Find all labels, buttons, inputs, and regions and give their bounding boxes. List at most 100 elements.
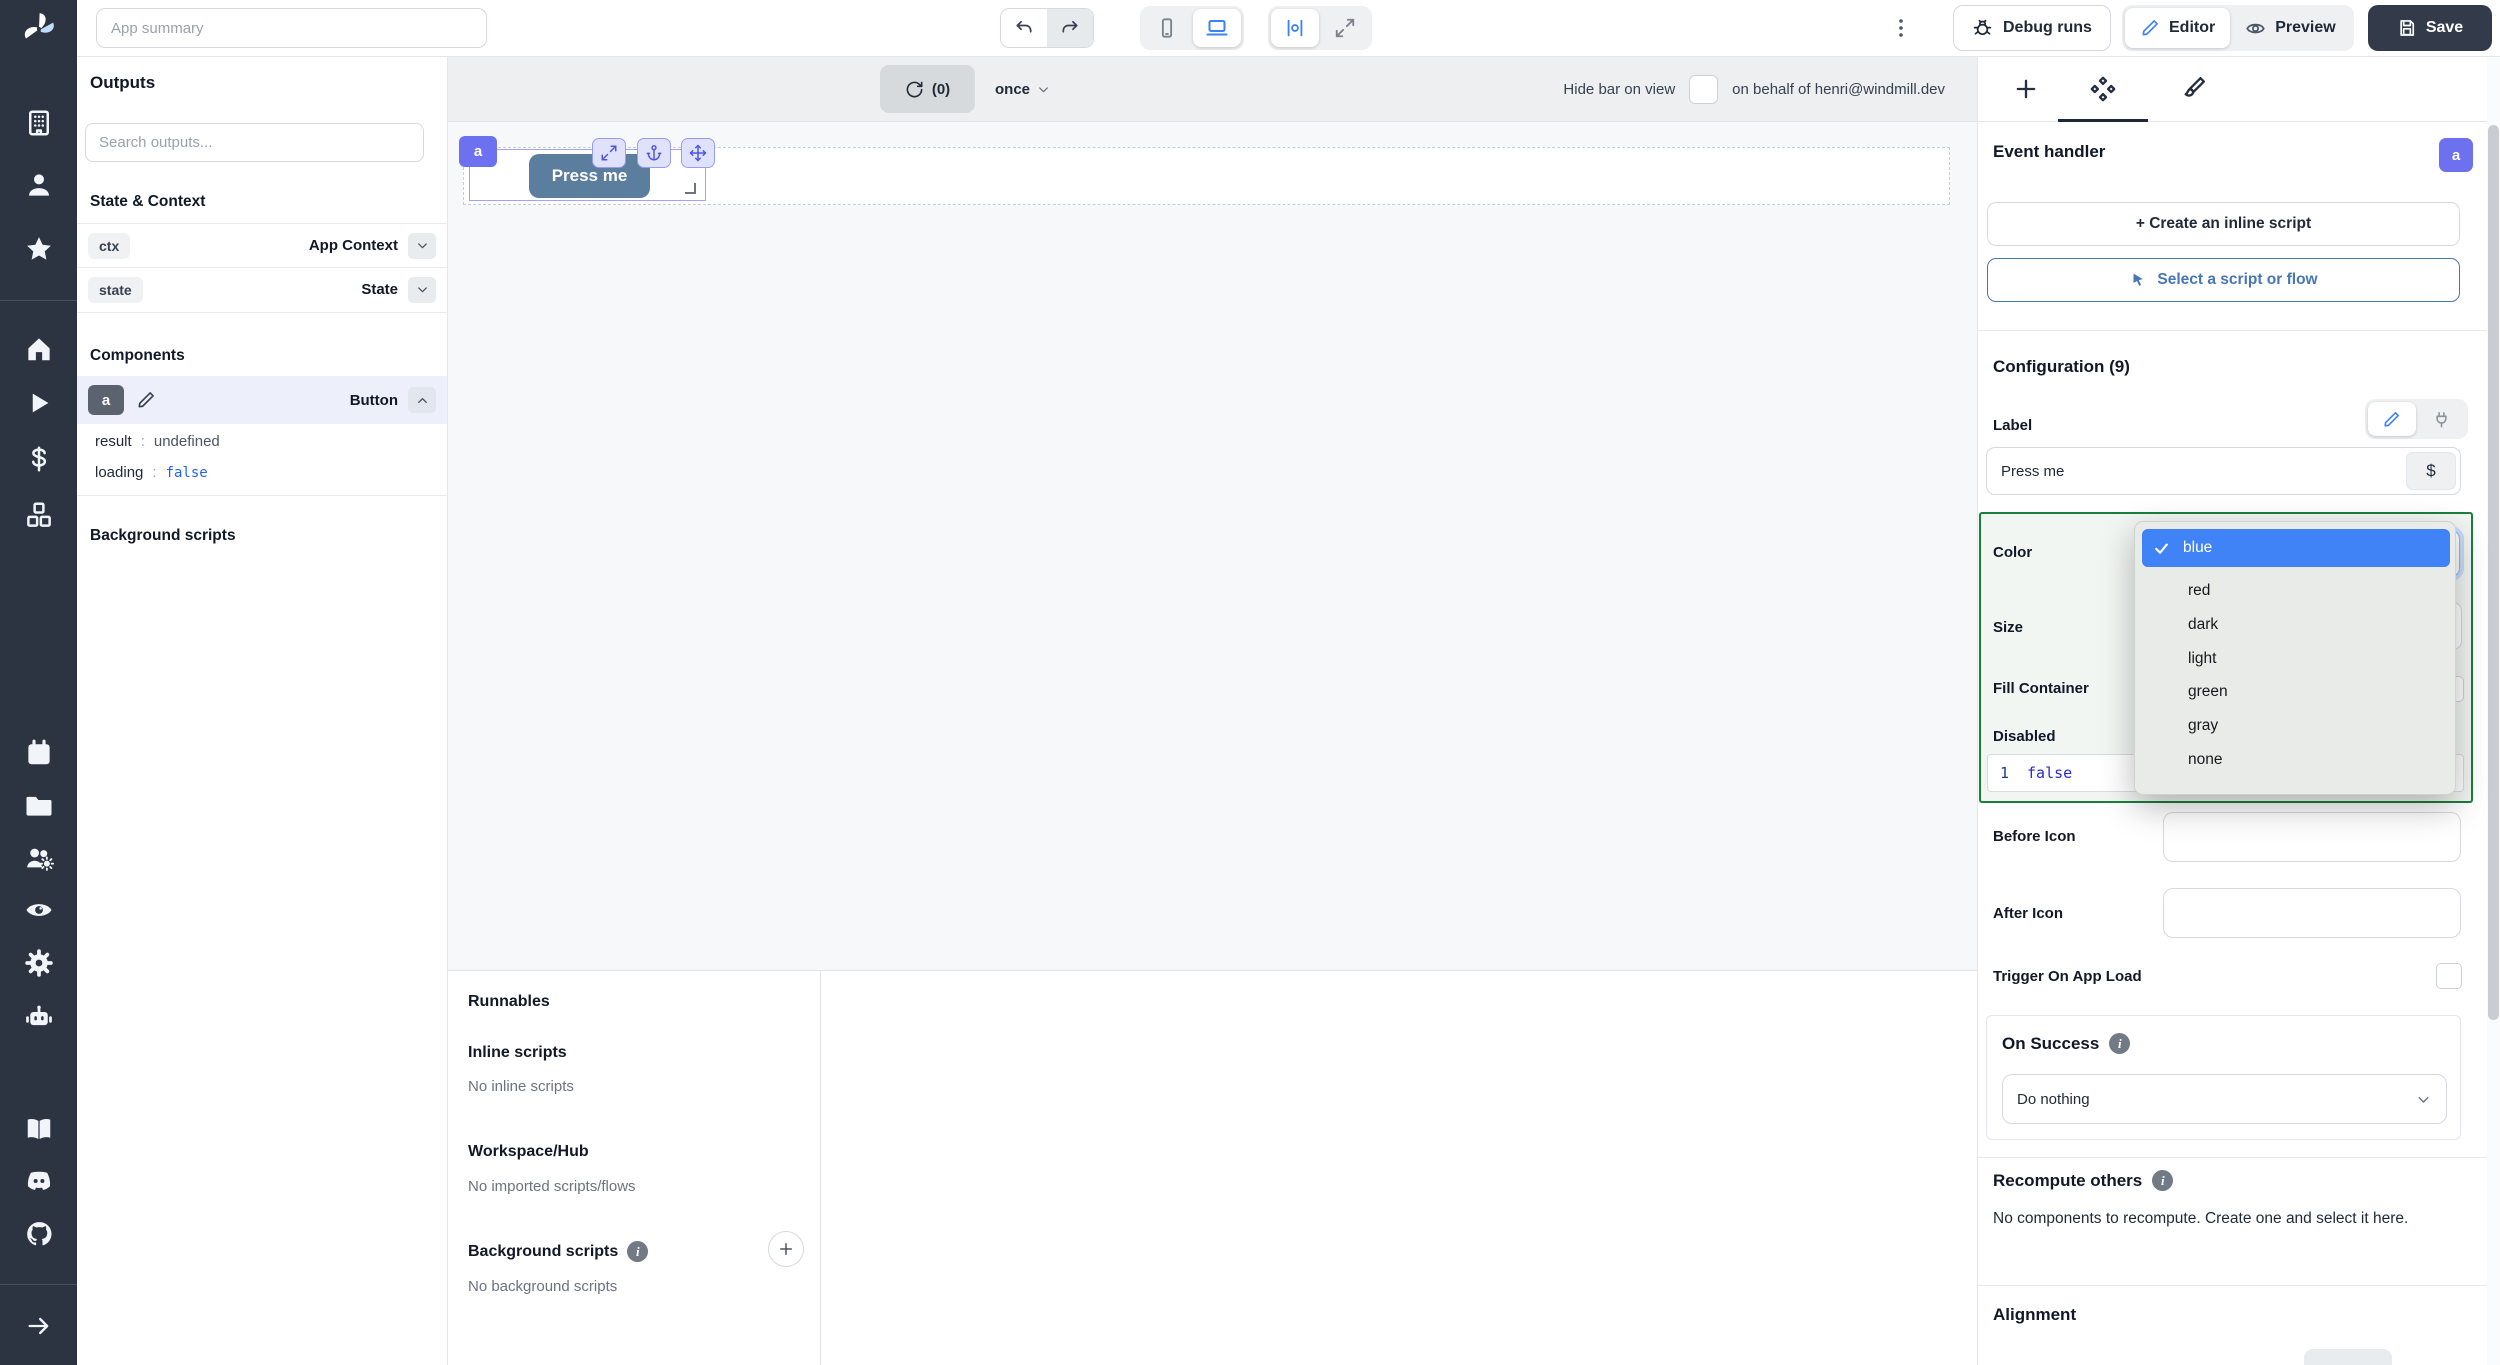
run-mode-select[interactable]: once — [995, 57, 1051, 122]
refresh-runs-button[interactable]: (0) — [880, 65, 975, 113]
redo-button[interactable] — [1047, 9, 1093, 47]
result-key: result — [95, 433, 132, 450]
color-option-gray[interactable]: gray — [2135, 709, 2455, 742]
expand-component-button[interactable] — [592, 138, 626, 168]
on-success-select[interactable]: Do nothing — [2002, 1074, 2447, 1124]
save-label: Save — [2425, 19, 2464, 36]
docs-book-icon[interactable] — [24, 1114, 54, 1144]
trigger-on-app-load-label: Trigger On App Load — [1993, 968, 2142, 985]
label-value-field[interactable]: Press me $ — [1986, 447, 2461, 495]
label-field-label: Label — [1993, 417, 2033, 434]
settings-gear-icon[interactable] — [24, 948, 54, 978]
settings-panel: Event handler a + Create an inline scrip… — [1977, 57, 2500, 1365]
color-option-dark[interactable]: dark — [2135, 608, 2455, 641]
alignment-control-partial[interactable] — [2304, 1349, 2392, 1365]
discord-icon[interactable] — [24, 1166, 54, 1196]
schedules-calendar-icon[interactable] — [24, 738, 54, 768]
workspace-icon[interactable] — [24, 108, 54, 138]
static-connected-toggle — [2365, 399, 2468, 439]
save-button[interactable]: Save — [2368, 5, 2492, 51]
color-option-green[interactable]: green — [2135, 675, 2455, 708]
save-floppy-icon — [2397, 18, 2417, 38]
audit-eye-icon[interactable] — [24, 895, 54, 925]
connect-dollar-button[interactable]: $ — [2406, 452, 2456, 490]
insert-component-tab[interactable] — [2012, 75, 2040, 103]
favorites-star-icon[interactable] — [24, 234, 54, 264]
more-options-kebab-icon[interactable] — [1889, 14, 1913, 42]
after-icon-field[interactable] — [2163, 888, 2461, 938]
connect-plug-toggle[interactable] — [2418, 402, 2466, 436]
fullscreen-layout-button[interactable] — [1321, 9, 1369, 47]
on-success-value: Do nothing — [2017, 1090, 2090, 1108]
static-pencil-toggle[interactable] — [2368, 402, 2416, 436]
preview-tab[interactable]: Preview — [2230, 8, 2350, 48]
styling-brush-tab[interactable] — [2179, 75, 2207, 103]
color-option-blue-selected[interactable]: blue — [2142, 529, 2450, 567]
edit-pencil-icon[interactable] — [136, 390, 156, 410]
loading-output-line[interactable]: loading : false — [95, 464, 208, 481]
preview-label: Preview — [2275, 19, 2336, 36]
folders-icon[interactable] — [24, 790, 54, 820]
select-script-or-flow-button[interactable]: Select a script or flow — [1987, 258, 2460, 302]
github-icon[interactable] — [24, 1219, 54, 1249]
desktop-view-button[interactable] — [1193, 9, 1241, 47]
result-output-line[interactable]: result : undefined — [95, 433, 220, 450]
debug-runs-button[interactable]: Debug runs — [1953, 5, 2111, 51]
variables-dollar-icon[interactable] — [24, 444, 54, 474]
home-icon[interactable] — [24, 334, 54, 364]
state-output-row[interactable]: state State — [77, 268, 447, 311]
editor-tab[interactable]: Editor — [2125, 8, 2231, 48]
expand-sidebar-arrow-icon[interactable] — [25, 1312, 53, 1340]
groups-users-icon[interactable] — [24, 843, 54, 873]
undo-button[interactable] — [1001, 9, 1047, 47]
layout-toggle-group — [1268, 6, 1372, 50]
after-icon-label: After Icon — [1993, 905, 2064, 922]
press-me-button[interactable]: Press me — [529, 154, 650, 198]
ai-robot-icon[interactable] — [24, 1002, 54, 1032]
editor-preview-toggle: Editor Preview — [2122, 5, 2354, 51]
center-layout-button[interactable] — [1271, 9, 1319, 47]
color-option-none[interactable]: none — [2135, 743, 2455, 776]
resize-handle[interactable] — [685, 183, 696, 194]
chevron-up-icon[interactable] — [408, 387, 436, 413]
color-option-label: blue — [2183, 539, 2213, 556]
chevron-down-icon[interactable] — [408, 276, 436, 303]
mobile-view-button[interactable] — [1143, 9, 1191, 47]
hide-bar-checkbox[interactable] — [1689, 75, 1719, 104]
divider — [1978, 330, 2500, 331]
canvas-toolbar-right: Hide bar on view on behalf of henri@wind… — [1563, 57, 1945, 122]
move-component-button[interactable] — [681, 138, 715, 168]
colon: : — [152, 464, 157, 481]
refresh-icon — [905, 80, 924, 99]
search-outputs-input[interactable] — [85, 123, 424, 162]
scrollbar-thumb[interactable] — [2488, 125, 2499, 1020]
component-a-row[interactable]: a Button — [77, 376, 447, 424]
components-title: Components — [90, 347, 185, 364]
trigger-on-app-load-checkbox[interactable] — [2436, 963, 2462, 989]
color-dropdown-menu: blue red dark light green gray none — [2134, 521, 2456, 795]
app-summary-input[interactable] — [96, 8, 487, 48]
resources-cubes-icon[interactable] — [24, 500, 54, 530]
before-icon-field[interactable] — [2163, 812, 2461, 862]
disabled-label: Disabled — [1993, 728, 2056, 745]
info-icon[interactable]: i — [2152, 1170, 2174, 1191]
debug-runs-label: Debug runs — [2003, 19, 2092, 36]
panel-scrollbar[interactable] — [2487, 57, 2500, 1365]
add-background-script-button[interactable] — [768, 1231, 804, 1267]
color-option-red[interactable]: red — [2135, 574, 2455, 607]
color-option-light[interactable]: light — [2135, 642, 2455, 675]
outputs-panel: Outputs State & Context ctx App Context … — [77, 57, 448, 1365]
on-success-title: On Success — [2002, 1033, 2100, 1053]
info-icon[interactable]: i — [2109, 1033, 2131, 1054]
info-icon[interactable]: i — [627, 1241, 649, 1262]
component-id-badge[interactable]: a — [459, 136, 497, 167]
user-icon[interactable] — [24, 170, 54, 200]
create-inline-script-button[interactable]: + Create an inline script — [1987, 202, 2460, 246]
ctx-output-row[interactable]: ctx App Context — [77, 224, 447, 267]
component-settings-tab[interactable] — [2089, 75, 2117, 103]
runs-play-icon[interactable] — [24, 388, 54, 418]
chevron-down-icon[interactable] — [408, 232, 436, 259]
anchor-component-button[interactable] — [637, 138, 671, 168]
windmill-logo[interactable] — [20, 10, 58, 48]
rail-divider — [0, 1284, 77, 1285]
